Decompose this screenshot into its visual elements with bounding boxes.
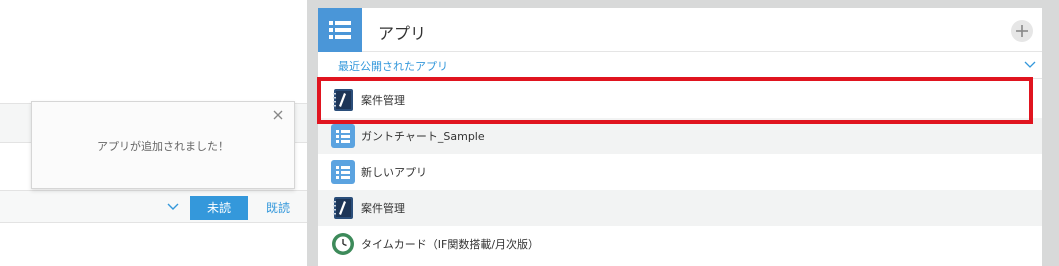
apps-panel-header: アプリ [318, 8, 1042, 52]
recent-apps-section-header[interactable]: 最近公開されたアプリ [318, 53, 1042, 79]
clock-icon [332, 233, 354, 255]
add-app-button[interactable] [1011, 20, 1033, 42]
list-app-icon [331, 160, 355, 184]
close-icon[interactable] [272, 109, 284, 121]
plus-icon [1016, 25, 1028, 37]
app-list-icon [318, 8, 362, 52]
panel-title: アプリ [378, 24, 427, 43]
read-button[interactable]: 既読 [258, 196, 298, 220]
list-app-icon [331, 124, 355, 148]
app-list-item[interactable]: 案件管理 [318, 190, 1042, 226]
app-name: タイムカード（IF関数搭載/月次版） [361, 238, 540, 251]
app-name: 案件管理 [361, 202, 405, 215]
app-list-item[interactable]: 新しいアプリ [318, 154, 1042, 190]
notification-toast: アプリが追加されました！ [31, 101, 295, 189]
apps-panel: アプリ 最近公開されたアプリ 案件管理 ガントチャート_Sample 新しいアプ… [318, 8, 1042, 266]
notebook-icon [333, 197, 353, 219]
app-list-item[interactable]: タイムカード（IF関数搭載/月次版） [318, 226, 1042, 262]
highlight-box [317, 77, 1033, 124]
unread-button[interactable]: 未読 [190, 196, 248, 220]
chevron-down-icon[interactable] [166, 202, 180, 212]
chevron-down-icon[interactable] [1024, 61, 1036, 69]
section-label: 最近公開されたアプリ [338, 60, 448, 73]
app-name: 新しいアプリ [361, 166, 427, 179]
app-name: ガントチャート_Sample [361, 130, 485, 143]
toast-message: アプリが追加されました！ [97, 140, 229, 153]
